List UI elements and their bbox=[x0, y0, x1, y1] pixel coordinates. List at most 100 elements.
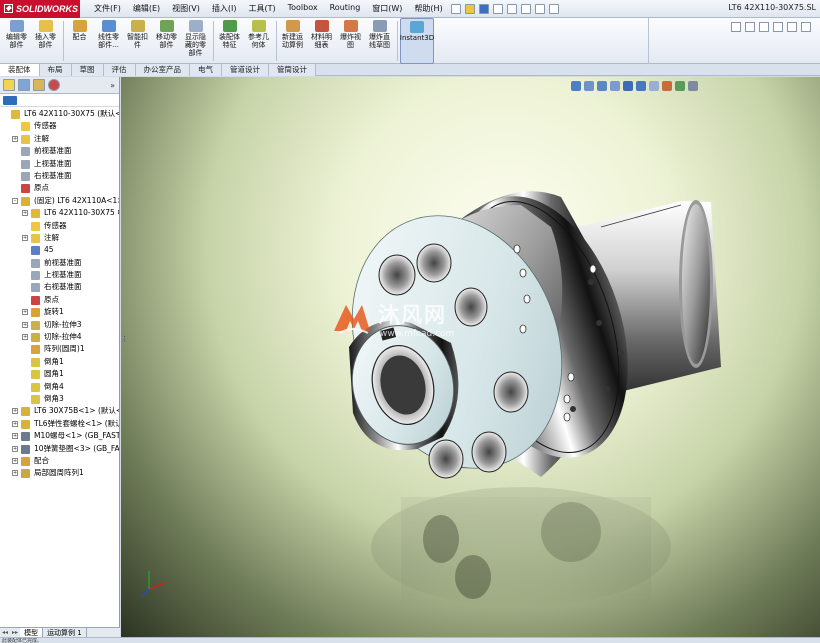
model-tab[interactable]: 模型 bbox=[20, 628, 44, 637]
command-button[interactable]: 线性零 部件... bbox=[95, 18, 122, 64]
tree-item[interactable]: 前视基准面 bbox=[0, 145, 119, 157]
tree-item[interactable]: – (固定) LT6 42X110A<1> (默 bbox=[0, 195, 119, 207]
tree-item[interactable]: + 注解 bbox=[0, 133, 119, 145]
display-manager-tab-icon[interactable] bbox=[48, 79, 60, 91]
tree-item[interactable]: 传感器 bbox=[0, 120, 119, 132]
command-tab[interactable]: 草图 bbox=[71, 64, 104, 76]
command-tab[interactable]: 评估 bbox=[103, 64, 136, 76]
tree-item[interactable]: 阵列(圆周)1 bbox=[0, 343, 119, 355]
command-button[interactable]: 智能扣 件 bbox=[124, 18, 151, 64]
menu-item[interactable]: Routing bbox=[324, 3, 367, 14]
command-button[interactable]: 插入零 部件 bbox=[32, 18, 59, 64]
tree-item[interactable]: 45 bbox=[0, 244, 119, 256]
command-button[interactable]: 爆炸视 图 bbox=[337, 18, 364, 64]
tree-item[interactable]: 倒角1 bbox=[0, 356, 119, 368]
tree-item[interactable]: + M10螺母<1> (GB_FASTEN bbox=[0, 430, 119, 442]
expand-icon[interactable]: + bbox=[22, 210, 28, 217]
command-tab[interactable]: 办公室产品 bbox=[135, 64, 190, 76]
tree-item[interactable]: + 旋转1 bbox=[0, 306, 119, 318]
tree-item[interactable]: + LT6 30X75B<1> (默认<<默 bbox=[0, 405, 119, 417]
tree-item[interactable]: + 切除-拉伸3 bbox=[0, 319, 119, 331]
menu-item[interactable]: 文件(F) bbox=[88, 3, 127, 14]
expand-icon[interactable]: + bbox=[22, 334, 28, 341]
command-tab[interactable]: 布局 bbox=[39, 64, 72, 76]
command-button[interactable]: 爆炸直 线草图 bbox=[366, 18, 393, 64]
menu-item[interactable]: 视图(V) bbox=[166, 3, 206, 14]
tree-item[interactable]: 右视基准面 bbox=[0, 281, 119, 293]
tree-item[interactable]: 原点 bbox=[0, 182, 119, 194]
expand-icon[interactable]: + bbox=[12, 433, 18, 440]
expand-icon[interactable]: + bbox=[12, 420, 18, 427]
command-button[interactable]: 新建运 动算例 bbox=[279, 18, 306, 64]
tree-item[interactable]: 倒角4 bbox=[0, 381, 119, 393]
new-document-icon[interactable] bbox=[450, 3, 461, 14]
command-button[interactable]: 移动零 部件 bbox=[153, 18, 180, 64]
tree-item[interactable]: + 切除-拉伸4 bbox=[0, 331, 119, 343]
tree-item[interactable]: 右视基准面 bbox=[0, 170, 119, 182]
configuration-manager-tab-icon[interactable] bbox=[33, 79, 45, 91]
property-manager-tab-icon[interactable] bbox=[18, 79, 30, 91]
tree-item[interactable]: +10弹簧垫圈<3> (GB_FASTE bbox=[0, 443, 119, 455]
command-button[interactable]: Instant3D bbox=[400, 18, 434, 64]
model-tab[interactable]: 运动算例 1 bbox=[43, 628, 87, 637]
tree-item[interactable]: LT6 42X110-30X75 (默认<默认 bbox=[0, 108, 119, 120]
mini-toolbar-icon[interactable] bbox=[731, 22, 741, 32]
tree-item[interactable]: 圆角1 bbox=[0, 368, 119, 380]
command-tab[interactable]: 管筒设计 bbox=[269, 64, 316, 76]
tree-item[interactable]: 上视基准面 bbox=[0, 269, 119, 281]
tab-scroll-left-icon[interactable]: ◂◂ bbox=[0, 628, 10, 637]
undo-icon[interactable] bbox=[506, 3, 517, 14]
command-button[interactable]: 显示隐 藏的零 部件 bbox=[182, 18, 209, 64]
mini-toolbar-icon[interactable] bbox=[787, 22, 797, 32]
expand-icon[interactable]: + bbox=[12, 457, 18, 464]
tree-item[interactable]: 前视基准面 bbox=[0, 257, 119, 269]
expand-panel-icon[interactable]: » bbox=[110, 81, 115, 90]
print-icon[interactable] bbox=[492, 3, 503, 14]
command-button[interactable]: 编辑零 部件 bbox=[3, 18, 30, 64]
command-tab[interactable]: 装配体 bbox=[0, 64, 40, 76]
mini-toolbar-icon[interactable] bbox=[745, 22, 755, 32]
expand-icon[interactable]: + bbox=[22, 321, 28, 328]
coupling-3d-model[interactable] bbox=[121, 77, 820, 637]
feature-manager-tab-icon[interactable] bbox=[3, 79, 15, 91]
tree-item[interactable]: 倒角3 bbox=[0, 393, 119, 405]
command-button[interactable]: 材料明 细表 bbox=[308, 18, 335, 64]
tree-item[interactable]: + LT6 42X110-30X75 中的 bbox=[0, 207, 119, 219]
tree-item[interactable]: + TL6弹性套螺栓<1> (默认<- bbox=[0, 418, 119, 430]
tab-scroll-right-icon[interactable]: ▸▸ bbox=[10, 628, 20, 637]
open-folder-icon[interactable] bbox=[464, 3, 475, 14]
collapse-icon[interactable]: – bbox=[12, 197, 18, 204]
mini-toolbar-icon[interactable] bbox=[759, 22, 769, 32]
options-icon[interactable] bbox=[548, 3, 559, 14]
tree-item[interactable]: + 注解 bbox=[0, 232, 119, 244]
command-button[interactable]: 配合 bbox=[66, 18, 93, 64]
menu-item[interactable]: 工具(T) bbox=[242, 3, 281, 14]
save-icon[interactable] bbox=[478, 3, 489, 14]
mini-toolbar-icon[interactable] bbox=[801, 22, 811, 32]
solidworks-logo[interactable]: ◆ SOLIDWORKS bbox=[0, 0, 80, 18]
tree-item[interactable]: 上视基准面 bbox=[0, 158, 119, 170]
menu-item[interactable]: 窗口(W) bbox=[366, 3, 408, 14]
filter-icon[interactable] bbox=[3, 96, 17, 105]
tree-item[interactable]: 传感器 bbox=[0, 220, 119, 232]
menu-item[interactable]: 编辑(E) bbox=[127, 3, 166, 14]
expand-icon[interactable]: + bbox=[12, 408, 18, 415]
command-button[interactable]: 装配体 特征 bbox=[216, 18, 243, 64]
menu-item[interactable]: 帮助(H) bbox=[408, 3, 448, 14]
tree-item[interactable]: + 配合 bbox=[0, 455, 119, 467]
expand-icon[interactable]: + bbox=[12, 135, 18, 142]
command-button[interactable]: 参考几 何体 bbox=[245, 18, 272, 64]
tree-filter[interactable] bbox=[0, 94, 119, 107]
graphics-area[interactable]: ⋮ 沐风网 www.mfcad.com bbox=[121, 77, 820, 637]
mini-toolbar-icon[interactable] bbox=[773, 22, 783, 32]
expand-icon[interactable]: + bbox=[12, 470, 18, 477]
rebuild-icon[interactable] bbox=[534, 3, 545, 14]
tree-item[interactable]: + 局部圆周阵列1 bbox=[0, 467, 119, 479]
expand-icon[interactable]: + bbox=[12, 445, 18, 452]
menu-item[interactable]: Toolbox bbox=[282, 3, 324, 14]
select-arrow-icon[interactable] bbox=[520, 3, 531, 14]
command-tab[interactable]: 管道设计 bbox=[222, 64, 269, 76]
expand-icon[interactable]: + bbox=[22, 309, 28, 316]
menu-item[interactable]: 插入(I) bbox=[206, 3, 243, 14]
command-tab[interactable]: 电气 bbox=[190, 64, 222, 76]
